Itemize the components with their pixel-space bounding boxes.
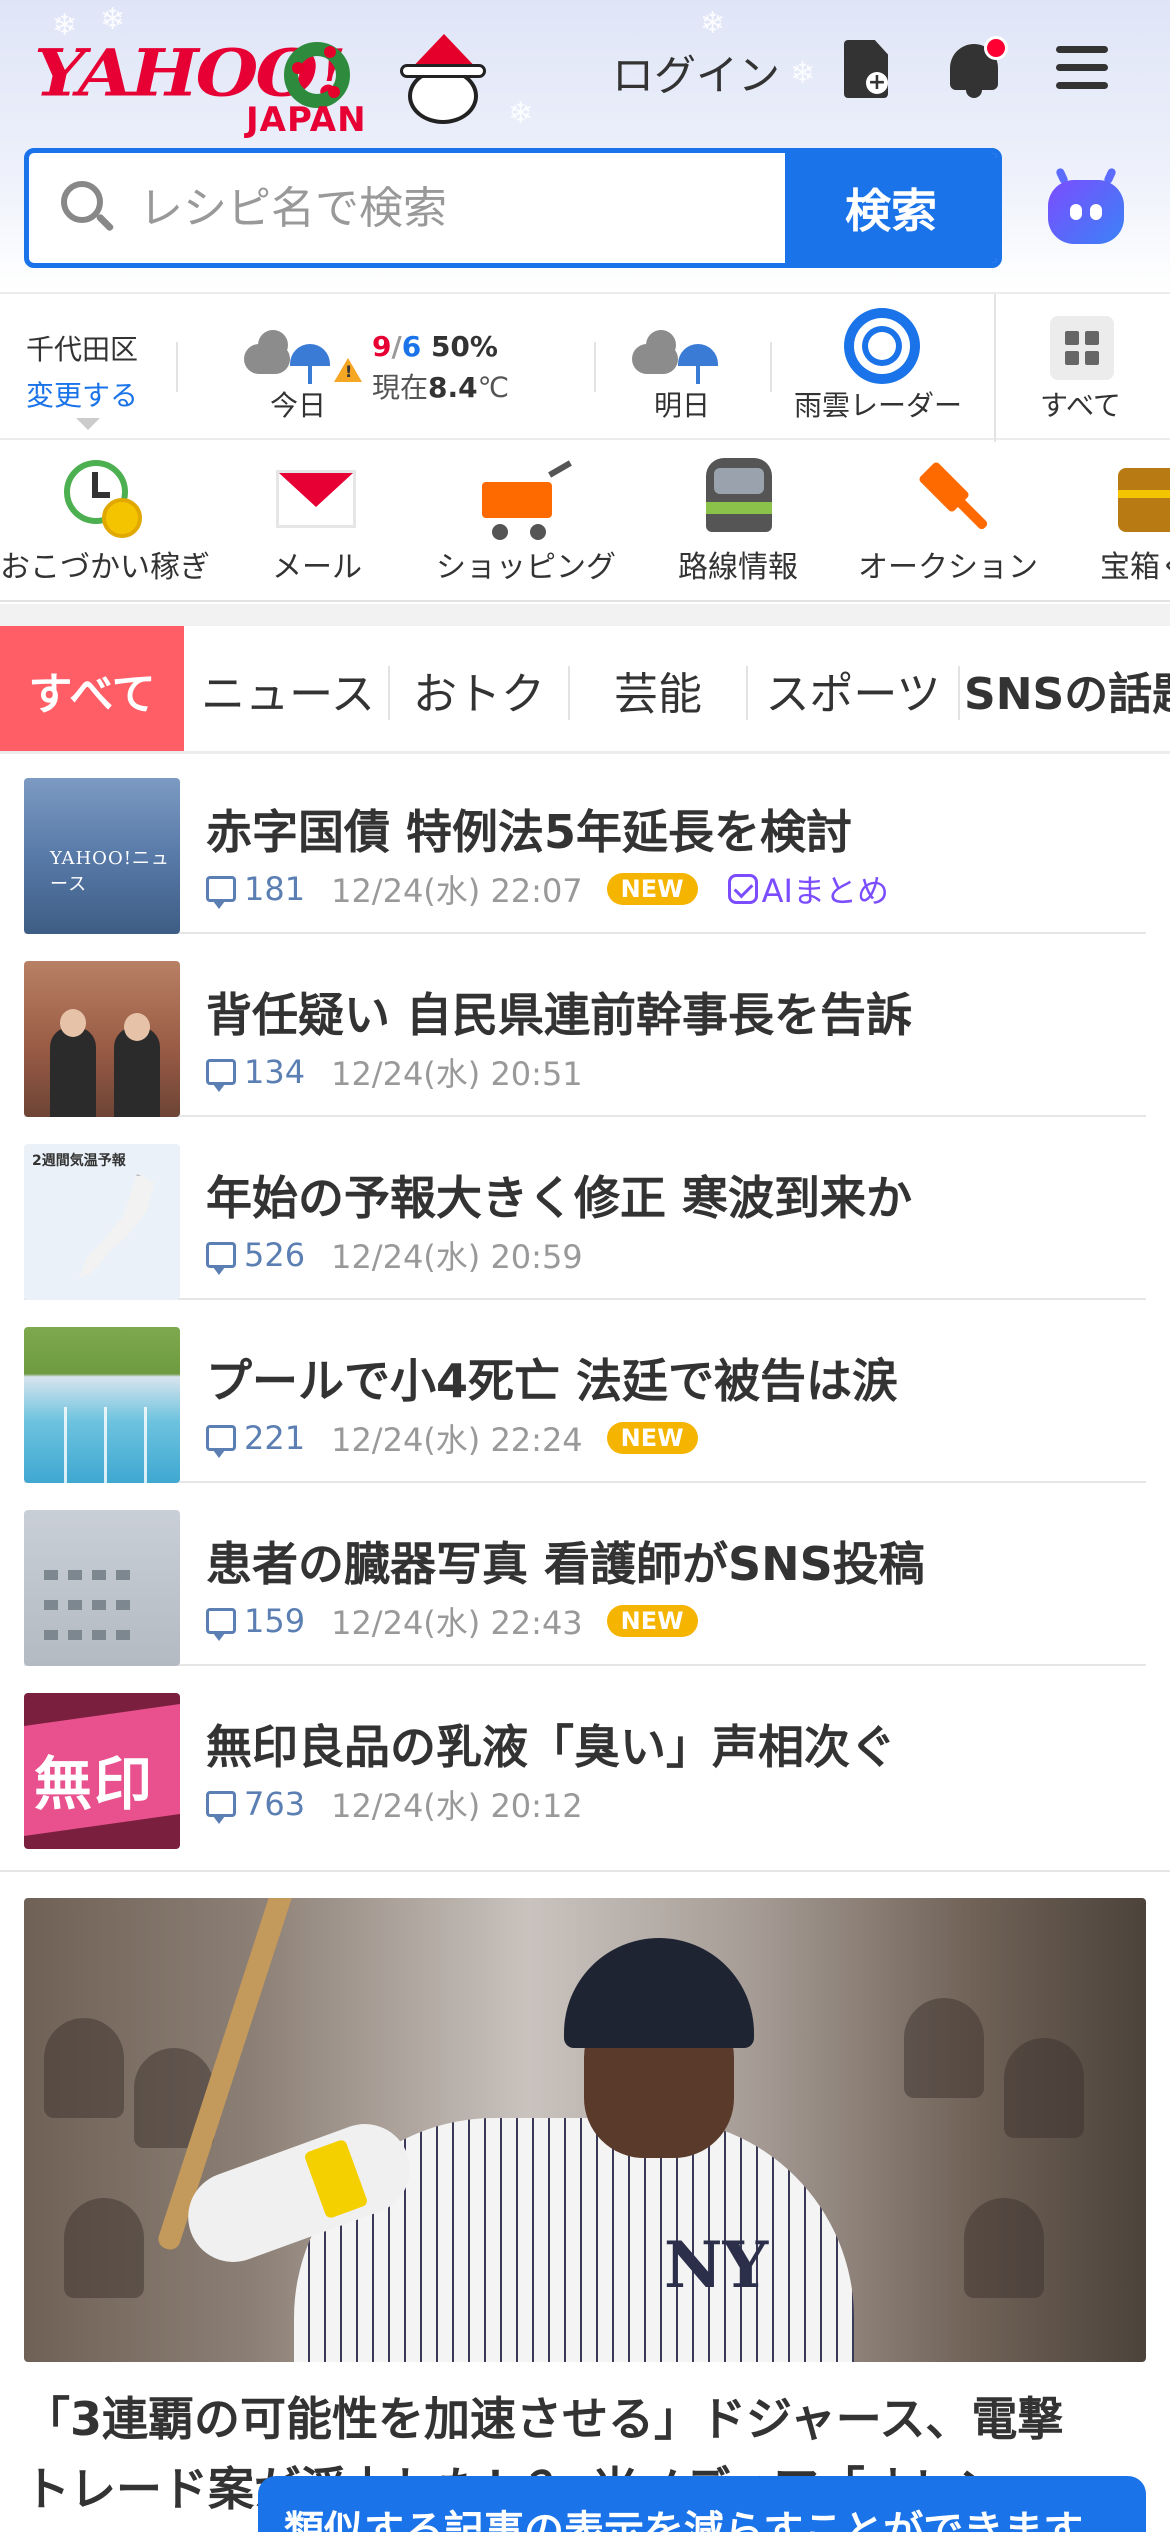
header: ❄ ❄ ❄ ❄ ❄ YAHOO! JAPAN ログイン + 検索: [0, 0, 1170, 290]
change-location-link[interactable]: 変更する: [26, 374, 138, 414]
search-button[interactable]: 検索: [785, 153, 997, 263]
santa-mascot-icon: [394, 34, 494, 126]
clock-coin-icon: [64, 460, 144, 540]
search-icon: [61, 181, 115, 235]
news-time: 12/24(水) 22:24: [331, 1421, 583, 1459]
news-thumbnail: [24, 1327, 180, 1483]
comment-count: 526: [244, 1236, 306, 1274]
now-label: 現在: [372, 371, 429, 404]
service-label: オークション: [858, 550, 1038, 585]
today-label: 今日: [270, 389, 327, 422]
news-headline: 患者の臓器写真 看護師がSNS投稿: [206, 1537, 925, 1591]
service-label: おこづかい稼ぎ: [0, 550, 210, 585]
cart-icon: [482, 460, 572, 542]
service-label: 宝箱く: [1100, 550, 1170, 585]
temp-high: 9: [372, 330, 392, 363]
news-headline: 背任疑い 自民県連前幹事長を告訴: [206, 988, 913, 1042]
news-item[interactable]: プールで小4死亡 法廷で被告は涙 221 12/24(水) 22:24 NEW: [24, 1311, 1146, 1483]
news-headline: 無印良品の乳液「臭い」声相次ぐ: [206, 1720, 896, 1774]
comment-icon: [206, 1608, 236, 1641]
tab-entertainment[interactable]: 芸能: [570, 626, 746, 751]
location: 千代田区 変更する: [26, 328, 138, 414]
tab-deals[interactable]: おトク: [390, 626, 568, 751]
temp-unit: ℃: [477, 371, 510, 404]
snowflake-icon: ❄: [508, 96, 534, 131]
comment-icon: [206, 876, 236, 909]
category-tabs: すべて ニュース おトク 芸能 スポーツ SNSの話題: [0, 626, 1170, 754]
tab-sports[interactable]: スポーツ: [748, 626, 958, 751]
hide-similar-toast[interactable]: 類似する記事の表示を減らすことができます: [258, 2476, 1146, 2532]
news-thumbnail: [24, 1510, 180, 1666]
news-time: 12/24(水) 22:43: [331, 1604, 583, 1642]
news-item[interactable]: 無印 無印良品の乳液「臭い」声相次ぐ 763 12/24(水) 20:12: [24, 1677, 1146, 1849]
warning-icon: [334, 358, 362, 382]
feature-image[interactable]: NY: [24, 1898, 1146, 2362]
snowflake-icon: ❄: [700, 6, 726, 41]
doc-plus-icon[interactable]: +: [834, 36, 898, 100]
logo-subtext: JAPAN: [246, 100, 367, 140]
login-link[interactable]: ログイン: [612, 42, 780, 103]
service-shortcuts: おこづかい稼ぎ メール ショッピング 路線情報 オークション 宝箱: [0, 442, 1170, 602]
comment-icon: [206, 1425, 236, 1458]
hamburger-menu-icon[interactable]: [1050, 36, 1114, 100]
service-label: ショッピング: [436, 550, 616, 585]
comment-count: 181: [244, 870, 306, 908]
news-thumbnail: 2週間気温予報: [24, 1144, 180, 1300]
tab-news[interactable]: ニュース: [190, 626, 386, 751]
ai-assistant-icon[interactable]: [1048, 167, 1124, 244]
grid-icon: [1050, 316, 1114, 380]
news-item[interactable]: YAHOO!ニュース 赤字国債 特例法5年延長を検討 181 12/24(水) …: [24, 762, 1146, 934]
new-badge: NEW: [606, 873, 698, 905]
service-label: 路線情報: [678, 550, 798, 585]
comment-count: 159: [244, 1602, 306, 1640]
ai-check-icon: [727, 874, 758, 904]
snowflake-icon: ❄: [790, 56, 816, 91]
news-time: 12/24(水) 20:59: [331, 1238, 583, 1276]
all-label: すべて: [1040, 389, 1121, 422]
radar-label: 雨雲レーダー: [794, 389, 963, 422]
search-input[interactable]: [139, 171, 799, 245]
wreath-icon: [284, 42, 350, 108]
news-headline: 年始の予報大きく修正 寒波到来か: [206, 1171, 913, 1225]
train-icon: [706, 458, 772, 538]
radar-icon: [844, 308, 920, 384]
comment-icon: [206, 1059, 236, 1092]
service-label: メール: [272, 550, 362, 585]
news-item[interactable]: 2週間気温予報 年始の予報大きく修正 寒波到来か 526 12/24(水) 20…: [24, 1128, 1146, 1300]
news-thumbnail: [24, 961, 180, 1117]
comment-count: 221: [244, 1419, 306, 1457]
weather-bar: 千代田区 変更する 9/6 50% 現在8.4℃ 今日 明日: [0, 292, 1170, 442]
comment-icon: [206, 1242, 236, 1275]
comment-count: 134: [244, 1053, 306, 1091]
new-badge: NEW: [606, 1422, 698, 1454]
yahoo-japan-logo[interactable]: YAHOO! JAPAN: [34, 30, 486, 140]
news-time: 12/24(水) 20:12: [331, 1787, 583, 1825]
ai-summary-link[interactable]: AIまとめ: [727, 866, 889, 912]
comment-count: 763: [244, 1785, 306, 1823]
search-bar: 検索: [24, 148, 1002, 268]
news-time: 12/24(水) 20:51: [331, 1055, 583, 1093]
caret-down-icon: [76, 418, 100, 430]
bell-icon[interactable]: [942, 36, 1008, 100]
temp-low: 6: [401, 330, 422, 363]
news-thumbnail: 無印: [24, 1693, 180, 1849]
news-item[interactable]: 背任疑い 自民県連前幹事長を告訴 134 12/24(水) 20:51: [24, 945, 1146, 1117]
treasure-icon: [1118, 462, 1170, 532]
notification-dot: [984, 36, 1008, 60]
comment-icon: [206, 1791, 236, 1824]
tab-sns[interactable]: SNSの話題: [964, 626, 1170, 751]
tab-all[interactable]: すべて: [0, 626, 184, 751]
gavel-icon: [906, 460, 992, 546]
location-name: 千代田区: [26, 333, 139, 366]
precip-chance: 50%: [430, 330, 498, 363]
news-thumbnail: YAHOO!ニュース: [24, 778, 180, 934]
now-temp: 8.4: [428, 371, 478, 404]
news-headline: プールで小4死亡 法廷で被告は涙: [206, 1354, 899, 1408]
mail-icon: [276, 470, 356, 528]
news-headline: 赤字国債 特例法5年延長を検討: [206, 805, 853, 859]
news-time: 12/24(水) 22:07: [331, 872, 583, 910]
news-item[interactable]: 患者の臓器写真 看護師がSNS投稿 159 12/24(水) 22:43 NEW: [24, 1494, 1146, 1666]
new-badge: NEW: [606, 1605, 698, 1637]
tomorrow-label: 明日: [654, 389, 711, 422]
